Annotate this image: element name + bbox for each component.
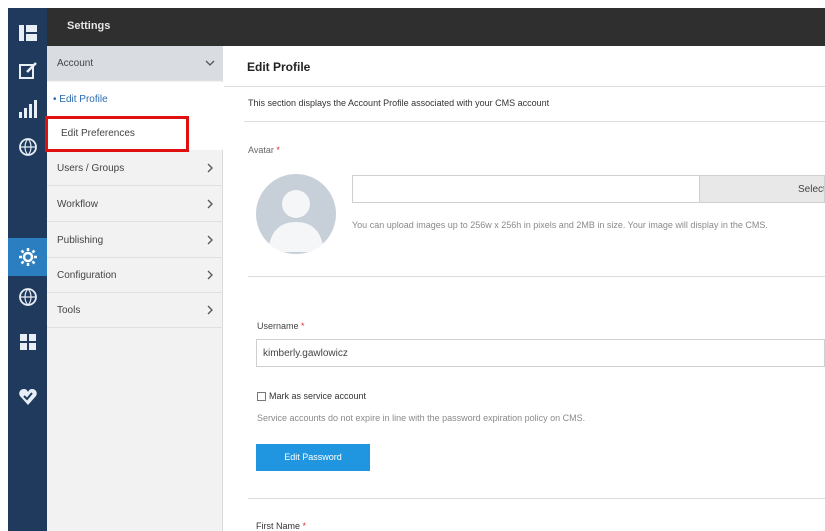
password-divider xyxy=(248,498,825,499)
menu-item-account[interactable]: Account xyxy=(47,46,223,81)
chevron-right-icon xyxy=(207,270,213,280)
menu-item-users-groups[interactable]: Users / Groups xyxy=(47,151,223,186)
chevron-down-icon xyxy=(205,60,215,66)
chevron-right-icon xyxy=(207,199,213,209)
menu-item-label: Account xyxy=(57,57,94,69)
page-title: Edit Profile xyxy=(247,60,311,74)
menu-item-label: Tools xyxy=(57,304,81,316)
menu-item-label: • Edit Profile xyxy=(53,93,108,105)
avatar xyxy=(256,174,336,254)
username-field[interactable]: kimberly.gawlowicz xyxy=(256,339,825,367)
menu-item-publishing[interactable]: Publishing xyxy=(47,223,223,258)
avatar-file-input[interactable] xyxy=(352,175,700,203)
highlight-annotation-box xyxy=(45,116,189,152)
bar-chart-icon[interactable] xyxy=(8,90,47,128)
first-name-label: First Name * xyxy=(256,521,307,531)
settings-topbar: Settings xyxy=(47,8,825,46)
chevron-right-icon xyxy=(207,235,213,245)
avatar-upload-hint: You can upload images up to 256w x 256h … xyxy=(352,220,768,230)
avatar-divider xyxy=(248,276,825,277)
chevron-right-icon xyxy=(207,163,213,173)
username-label: Username * xyxy=(257,321,305,331)
chevron-right-icon xyxy=(207,305,213,315)
wcd-globe-icon[interactable] xyxy=(8,128,47,166)
menu-item-configuration[interactable]: Configuration xyxy=(47,258,223,293)
avatar-select-button[interactable]: Select xyxy=(700,175,825,203)
dgm-globe-icon[interactable] xyxy=(8,278,47,316)
gear-icon[interactable] xyxy=(8,238,47,276)
user-silhouette-icon xyxy=(268,190,324,252)
edit-profile-panel: Edit Profile This section displays the A… xyxy=(224,46,825,531)
title-divider xyxy=(224,86,825,87)
service-account-checkbox[interactable] xyxy=(257,392,266,401)
menu-item-label: Users / Groups xyxy=(57,162,125,174)
menu-item-label: Workflow xyxy=(57,198,98,210)
service-account-hint: Service accounts do not expire in line w… xyxy=(257,413,586,423)
edit-password-button[interactable]: Edit Password xyxy=(256,444,370,471)
service-account-label: Mark as service account xyxy=(269,391,367,401)
menu-item-workflow[interactable]: Workflow xyxy=(47,187,223,222)
dashboard-grid-icon[interactable] xyxy=(8,14,47,52)
menu-item-label: Configuration xyxy=(57,269,117,281)
avatar-label: Avatar * xyxy=(248,145,280,155)
topbar-title: Settings xyxy=(67,20,111,32)
menu-item-tools[interactable]: Tools xyxy=(47,293,223,328)
menu-item-label: Publishing xyxy=(57,234,104,246)
app-icon-rail xyxy=(8,8,47,531)
heart-check-icon[interactable] xyxy=(8,378,47,416)
menu-item-edit-profile[interactable]: • Edit Profile xyxy=(47,82,223,116)
edit-square-icon[interactable] xyxy=(8,52,47,90)
modules-grid-icon[interactable] xyxy=(8,323,47,361)
section-description: This section displays the Account Profil… xyxy=(248,98,550,108)
description-divider xyxy=(244,121,825,122)
window-top-edge xyxy=(0,0,825,8)
